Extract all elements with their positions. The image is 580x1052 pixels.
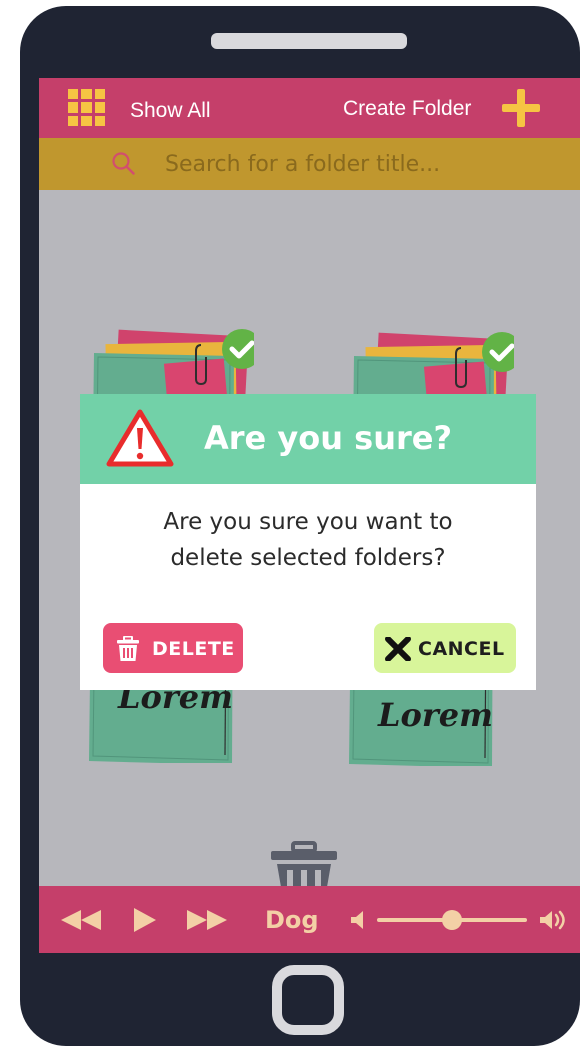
rewind-icon[interactable] xyxy=(59,908,103,932)
volume-high-icon[interactable] xyxy=(539,909,567,931)
volume-low-icon[interactable] xyxy=(350,910,366,930)
create-folder-button[interactable]: Create Folder xyxy=(343,96,471,122)
svg-text:Lorem: Lorem xyxy=(377,696,493,734)
dialog-message-line1: Are you sure you want to xyxy=(163,509,453,535)
confirm-dialog: Are you sure? Are you sure you want to d… xyxy=(80,394,536,690)
phone-speaker xyxy=(211,33,407,49)
delete-button-label: DELETE xyxy=(152,638,235,660)
dialog-message-line2: delete selected folders? xyxy=(170,545,446,571)
trash-icon xyxy=(117,636,139,661)
dialog-title: Are you sure? xyxy=(204,419,453,457)
home-button[interactable] xyxy=(272,965,344,1035)
search-input[interactable] xyxy=(165,147,545,181)
search-icon[interactable] xyxy=(111,151,135,175)
dialog-message: Are you sure you want to delete selected… xyxy=(80,504,536,576)
music-player-bar: Dog xyxy=(39,886,580,953)
dialog-header: Are you sure? xyxy=(80,394,536,484)
trash-icon[interactable] xyxy=(269,841,339,887)
top-bar: Show All Create Folder xyxy=(39,78,580,138)
plus-icon[interactable] xyxy=(502,89,540,127)
fast-forward-icon[interactable] xyxy=(185,908,229,932)
app-screen: Show All Create Folder Lorem xyxy=(39,78,580,953)
grid-icon[interactable] xyxy=(68,89,105,126)
warning-icon xyxy=(106,409,174,467)
play-icon[interactable] xyxy=(132,906,158,934)
delete-button[interactable]: DELETE xyxy=(103,623,243,673)
show-all-button[interactable]: Show All xyxy=(130,98,211,124)
volume-slider-handle[interactable] xyxy=(442,910,462,930)
cancel-button-label: CANCEL xyxy=(418,638,505,660)
search-bar xyxy=(39,138,580,190)
close-icon xyxy=(385,637,411,661)
track-title: Dog xyxy=(265,906,319,934)
cancel-button[interactable]: CANCEL xyxy=(374,623,516,673)
